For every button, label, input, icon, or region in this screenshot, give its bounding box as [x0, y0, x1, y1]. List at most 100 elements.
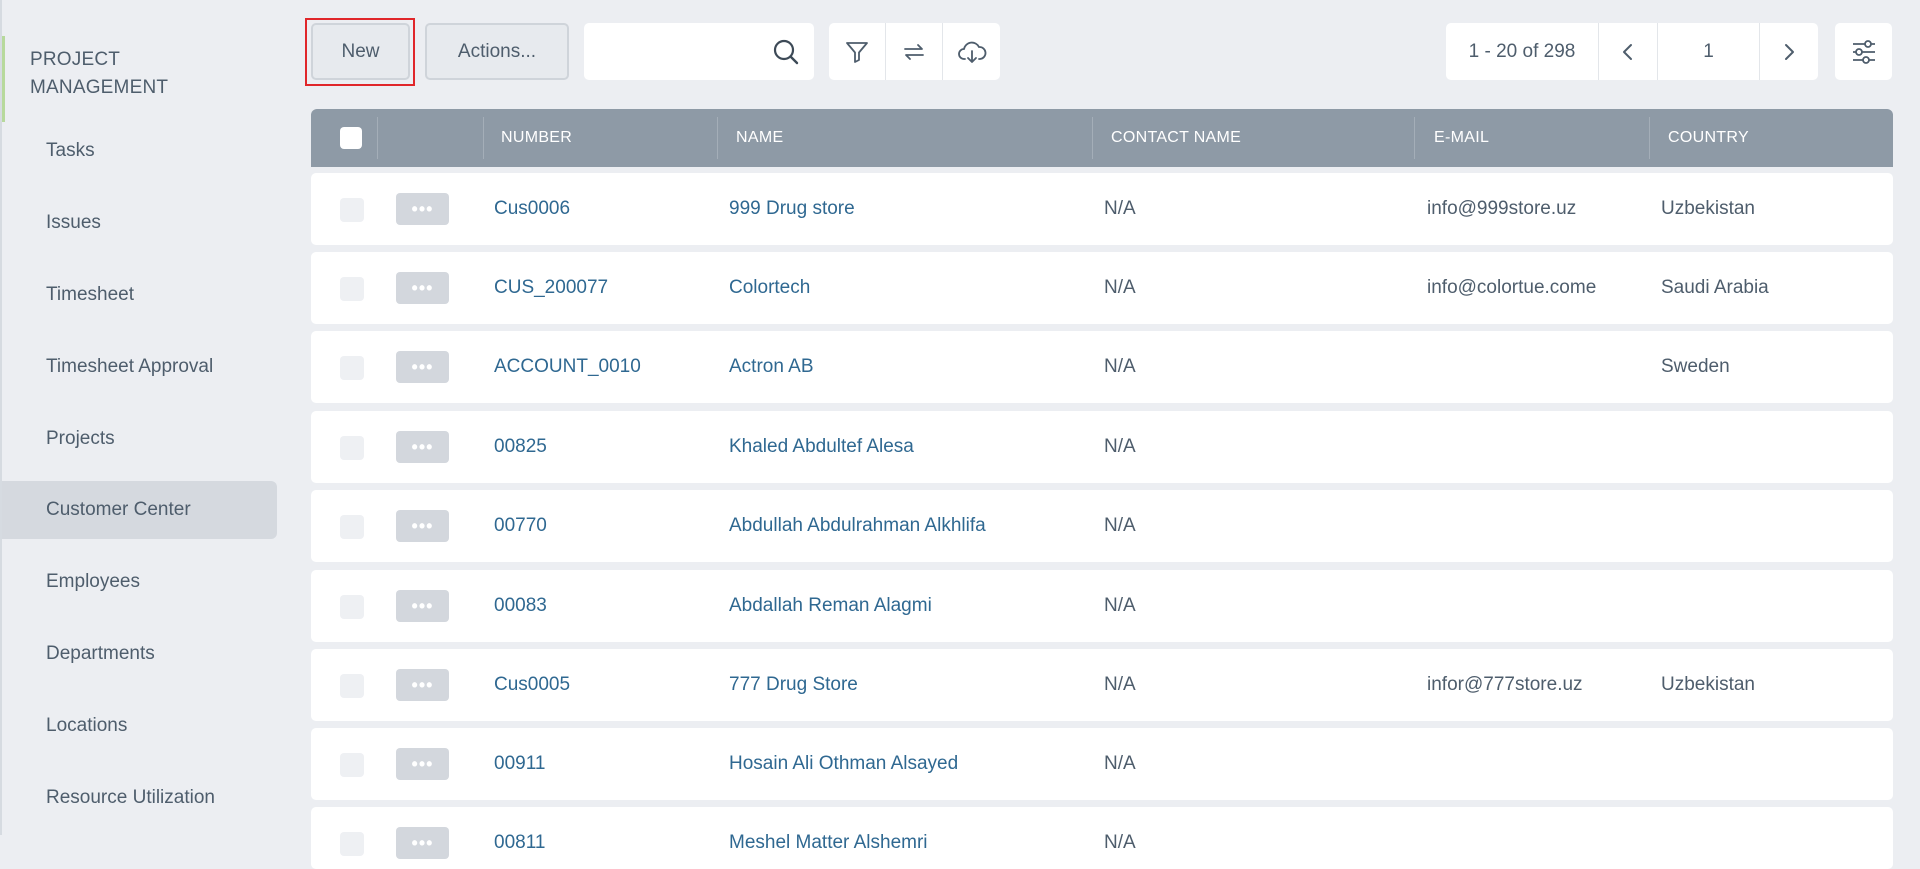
row-contact-name: N/A: [1104, 674, 1136, 695]
row-more-button[interactable]: •••: [396, 827, 449, 859]
row-more-button[interactable]: •••: [396, 193, 449, 225]
table-row[interactable]: ••• ACCOUNT_0010 Actron AB N/A Sweden: [311, 331, 1893, 403]
row-country: Saudi Arabia: [1661, 277, 1769, 298]
search-input[interactable]: [584, 23, 754, 80]
chevron-right-icon: [1785, 43, 1794, 60]
row-contact-name: N/A: [1104, 356, 1136, 377]
row-number-link[interactable]: 00825: [494, 411, 547, 483]
sidebar-title: PROJECT MANAGEMENT: [30, 49, 169, 98]
row-name-link[interactable]: Actron AB: [729, 331, 814, 403]
row-number-link[interactable]: 00811: [494, 807, 545, 869]
row-more-button[interactable]: •••: [396, 431, 449, 463]
row-checkbox[interactable]: [340, 198, 364, 222]
refresh-button[interactable]: [886, 23, 942, 80]
column-header-name[interactable]: NAME: [736, 109, 783, 167]
header-divider: [1649, 117, 1650, 159]
row-name-link[interactable]: Meshel Matter Alshemri: [729, 807, 928, 869]
row-checkbox[interactable]: [340, 356, 364, 380]
row-email: info@999store.uz: [1427, 198, 1577, 219]
row-contact-name: N/A: [1104, 753, 1136, 774]
table-row[interactable]: ••• 00083 Abdallah Reman Alagmi N/A: [311, 570, 1893, 642]
sidebar-accent: [2, 36, 5, 122]
row-number-link[interactable]: 00770: [494, 490, 547, 562]
sidebar-item-departments[interactable]: Departments: [2, 625, 277, 683]
row-checkbox[interactable]: [340, 436, 364, 460]
table-row[interactable]: ••• 00825 Khaled Abdultef Alesa N/A: [311, 411, 1893, 483]
row-checkbox[interactable]: [340, 515, 364, 539]
row-name-link[interactable]: Abdallah Reman Alagmi: [729, 570, 932, 642]
table-row[interactable]: ••• 00770 Abdullah Abdulrahman Alkhlifa …: [311, 490, 1893, 562]
row-checkbox[interactable]: [340, 832, 364, 856]
row-more-button[interactable]: •••: [396, 748, 449, 780]
pagination: 1 - 20 of 298 1: [1446, 23, 1818, 80]
row-contact-name: N/A: [1104, 515, 1136, 536]
row-contact-name: N/A: [1104, 595, 1136, 616]
download-icon: [957, 41, 986, 63]
search-box: [584, 23, 814, 80]
row-more-button[interactable]: •••: [396, 272, 449, 304]
row-checkbox[interactable]: [340, 595, 364, 619]
column-header-country[interactable]: COUNTRY: [1668, 109, 1749, 167]
column-header-email[interactable]: E-MAIL: [1434, 109, 1489, 167]
row-email: info@colortue.come: [1427, 277, 1597, 298]
next-page-button[interactable]: [1760, 23, 1818, 80]
sidebar-item-issues[interactable]: Issues: [2, 194, 277, 252]
table-row[interactable]: ••• 00811 Meshel Matter Alshemri N/A: [311, 807, 1893, 869]
download-button[interactable]: [943, 23, 1000, 80]
row-number-link[interactable]: CUS_200077: [494, 252, 608, 324]
header-divider: [717, 117, 718, 159]
column-header-contact-name[interactable]: CONTACT NAME: [1111, 109, 1241, 167]
pager-range: 1 - 20 of 298: [1468, 40, 1576, 62]
refresh-icon: [904, 43, 924, 60]
settings-sliders-icon: [1852, 39, 1875, 64]
sidebar-item-resource-utilization[interactable]: Resource Utilization: [2, 769, 277, 827]
row-more-button[interactable]: •••: [396, 351, 449, 383]
filter-icon: [846, 41, 868, 63]
prev-page-button[interactable]: [1599, 23, 1657, 80]
sidebar-item-tasks[interactable]: Tasks: [2, 122, 277, 180]
row-contact-name: N/A: [1104, 436, 1136, 457]
row-country: Sweden: [1661, 356, 1730, 377]
row-contact-name: N/A: [1104, 277, 1136, 298]
table-row[interactable]: ••• Cus0005 777 Drug Store N/A infor@777…: [311, 649, 1893, 721]
row-number-link[interactable]: 00083: [494, 570, 547, 642]
row-more-button[interactable]: •••: [396, 669, 449, 701]
column-header-number[interactable]: NUMBER: [501, 109, 572, 167]
row-name-link[interactable]: Colortech: [729, 252, 810, 324]
row-number-link[interactable]: Cus0006: [494, 173, 570, 245]
new-button[interactable]: New: [311, 23, 410, 80]
page-number-input[interactable]: 1: [1658, 23, 1759, 80]
actions-button[interactable]: Actions...: [425, 23, 569, 80]
row-name-link[interactable]: Khaled Abdultef Alesa: [729, 411, 914, 483]
row-number-link[interactable]: 00911: [494, 728, 545, 800]
row-checkbox[interactable]: [340, 277, 364, 301]
row-more-button[interactable]: •••: [396, 590, 449, 622]
sidebar-item-projects[interactable]: Projects: [2, 410, 277, 468]
header-divider: [377, 117, 378, 159]
search-icon[interactable]: [772, 38, 800, 66]
sidebar-item-timesheet[interactable]: Timesheet: [2, 266, 277, 324]
row-number-link[interactable]: Cus0005: [494, 649, 570, 721]
header-divider: [1414, 117, 1415, 159]
row-name-link[interactable]: 999 Drug store: [729, 173, 855, 245]
sidebar-item-locations[interactable]: Locations: [2, 697, 277, 755]
table-row[interactable]: ••• CUS_200077 Colortech N/A info@colort…: [311, 252, 1893, 324]
row-name-link[interactable]: Abdullah Abdulrahman Alkhlifa: [729, 490, 986, 562]
row-checkbox[interactable]: [340, 753, 364, 777]
sidebar-item-employees[interactable]: Employees: [2, 553, 277, 611]
table-row[interactable]: ••• Cus0006 999 Drug store N/A info@999s…: [311, 173, 1893, 245]
row-name-link[interactable]: Hosain Ali Othman Alsayed: [729, 728, 958, 800]
column-settings-button[interactable]: [1835, 23, 1892, 80]
table-row[interactable]: ••• 00911 Hosain Ali Othman Alsayed N/A: [311, 728, 1893, 800]
row-more-button[interactable]: •••: [396, 510, 449, 542]
row-checkbox[interactable]: [340, 674, 364, 698]
filter-button[interactable]: [829, 23, 885, 80]
select-all-checkbox[interactable]: [340, 127, 362, 149]
row-name-link[interactable]: 777 Drug Store: [729, 649, 858, 721]
chevron-left-icon: [1623, 43, 1632, 60]
header-divider: [1092, 117, 1093, 159]
sidebar: PROJECT MANAGEMENT Tasks Issues Timeshee…: [0, 0, 277, 835]
sidebar-item-customer-center[interactable]: Customer Center: [2, 481, 277, 539]
row-number-link[interactable]: ACCOUNT_0010: [494, 331, 641, 403]
sidebar-item-timesheet-approval[interactable]: Timesheet Approval: [2, 338, 277, 396]
